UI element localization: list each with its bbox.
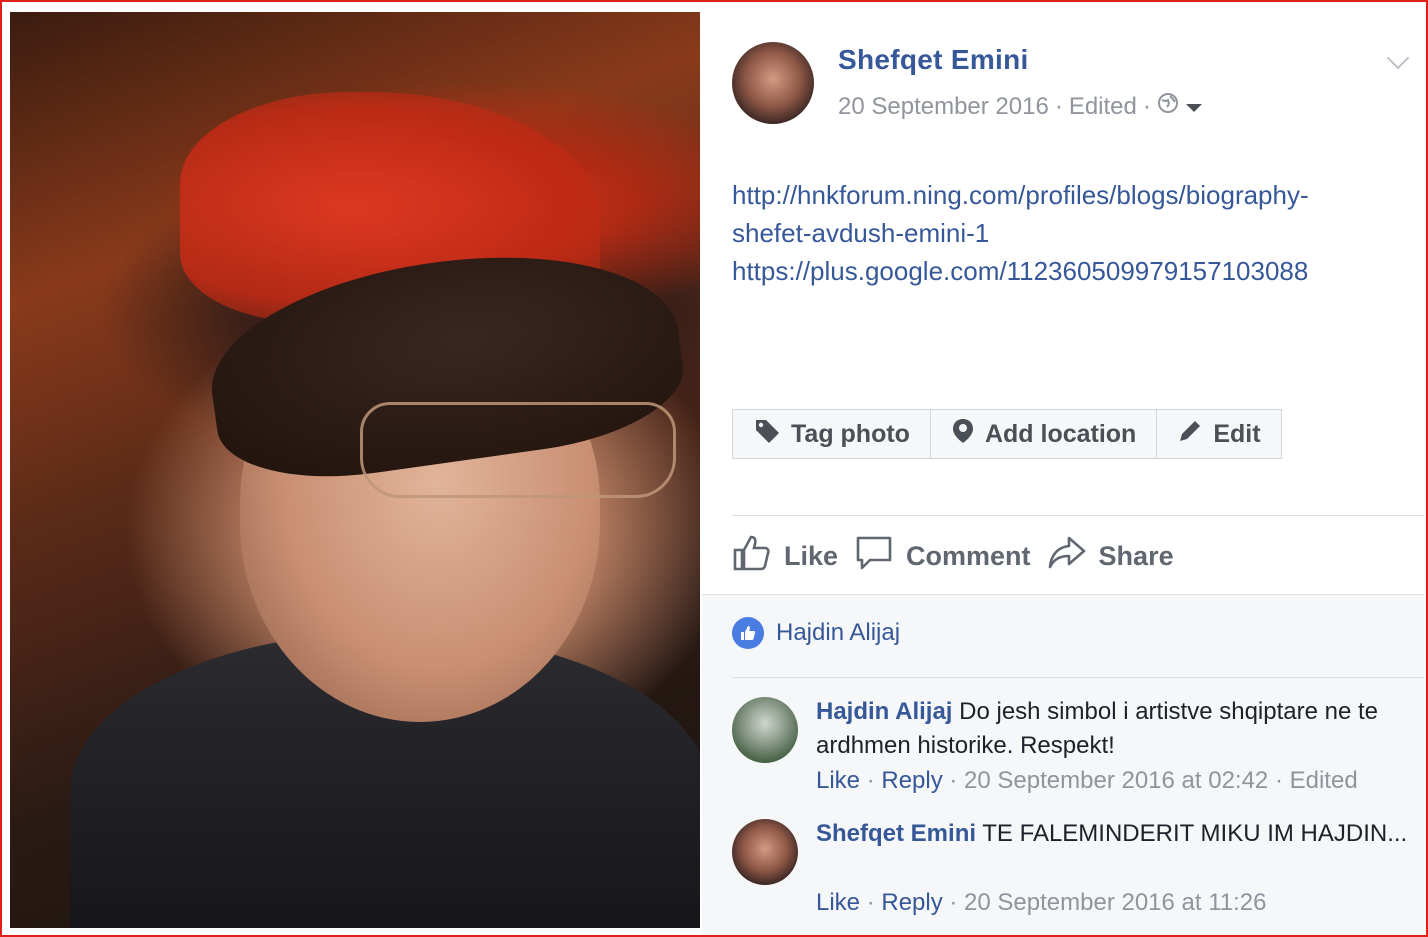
post-options-chevron-down-icon[interactable]: [1386, 46, 1410, 70]
post-panel: Shefqet Emini 20 September 2016 · Edited…: [702, 12, 1424, 935]
share-label: Share: [1098, 541, 1174, 571]
add-location-label: Add location: [984, 419, 1137, 448]
comment-like-link[interactable]: Like: [816, 767, 860, 794]
comment-body: Hajdin Alijaj Do jesh simbol i artistve …: [816, 695, 1416, 763]
comment-meta: Like · Reply · 20 September 2016 at 11:2…: [816, 889, 1267, 916]
photo-glasses-shape: [360, 402, 676, 498]
comment-edited[interactable]: Edited: [1290, 767, 1358, 794]
comment-reply-link[interactable]: Reply: [881, 889, 942, 916]
comment-item: Shefqet Emini TE FALEMINDERIT MIKU IM HA…: [732, 817, 1412, 927]
likes-names[interactable]: Hajdin Alijaj: [776, 619, 900, 647]
commenter-avatar[interactable]: [732, 819, 798, 885]
reaction-bar: Like Comment Share: [732, 534, 1174, 579]
post-photo[interactable]: [10, 12, 700, 928]
thumbs-up-icon: [732, 534, 772, 579]
comment-label: Comment: [906, 541, 1031, 571]
actions-divider: [732, 515, 1424, 516]
tag-photo-button[interactable]: Tag photo: [733, 410, 931, 458]
comments-divider: [732, 677, 1424, 678]
likes-summary[interactable]: Hajdin Alijaj: [732, 617, 900, 649]
share-arrow-icon: [1047, 534, 1087, 579]
privacy-dropdown-icon[interactable]: [1185, 93, 1203, 121]
post-link-line[interactable]: http://hnkforum.ning.com/profiles/blogs/…: [732, 176, 1412, 214]
author-avatar[interactable]: [732, 42, 814, 124]
commenter-avatar[interactable]: [732, 697, 798, 763]
edit-label: Edit: [1213, 419, 1261, 448]
comment-time[interactable]: 20 September 2016 at 02:42: [964, 767, 1268, 794]
share-button[interactable]: Share: [1047, 534, 1174, 579]
globe-icon[interactable]: [1157, 92, 1179, 121]
tag-photo-label: Tag photo: [791, 419, 910, 448]
photo-actions-bar: Tag photo Add location Edit: [732, 409, 1282, 459]
meta-dot: ·: [1142, 92, 1151, 120]
add-location-button[interactable]: Add location: [931, 410, 1158, 458]
comment-time[interactable]: 20 September 2016 at 11:26: [964, 889, 1266, 916]
tag-icon: [753, 417, 781, 452]
comment-like-link[interactable]: Like: [816, 889, 860, 916]
post-link-line[interactable]: https://plus.google.com/1123605099791571…: [732, 252, 1412, 290]
meta-dot: ·: [1054, 92, 1063, 120]
comment-button[interactable]: Comment: [854, 534, 1031, 579]
comment-item: Hajdin Alijaj Do jesh simbol i artistve …: [732, 695, 1412, 815]
comment-bubble-icon: [854, 534, 894, 579]
post-meta: 20 September 2016 · Edited ·: [838, 92, 1203, 121]
comment-meta: Like · Reply · 20 September 2016 at 02:4…: [816, 767, 1358, 794]
post-author[interactable]: Shefqet Emini: [838, 44, 1029, 76]
comment-reply-link[interactable]: Reply: [881, 767, 942, 794]
location-pin-icon: [951, 417, 975, 452]
edit-button[interactable]: Edit: [1157, 410, 1280, 458]
comment-author[interactable]: Shefqet Emini: [816, 820, 976, 847]
post-edited[interactable]: Edited: [1069, 93, 1137, 121]
like-badge-icon: [732, 617, 764, 649]
post-date[interactable]: 20 September 2016: [838, 93, 1049, 121]
comment-author[interactable]: Hajdin Alijaj: [816, 698, 952, 725]
pencil-icon: [1177, 418, 1203, 451]
post-body: http://hnkforum.ning.com/profiles/blogs/…: [732, 176, 1412, 290]
post-link-line[interactable]: shefet-avdush-emini-1: [732, 214, 1412, 252]
comment-text: TE FALEMINDERIT MIKU IM HAJDIN...: [982, 820, 1408, 847]
screenshot-frame: Shefqet Emini 20 September 2016 · Edited…: [0, 0, 1428, 937]
comment-body: Shefqet Emini TE FALEMINDERIT MIKU IM HA…: [816, 817, 1416, 851]
like-button[interactable]: Like: [732, 534, 838, 579]
comments-section: Hajdin Alijaj Hajdin Alijaj Do jesh simb…: [702, 594, 1424, 935]
like-label: Like: [784, 541, 839, 571]
